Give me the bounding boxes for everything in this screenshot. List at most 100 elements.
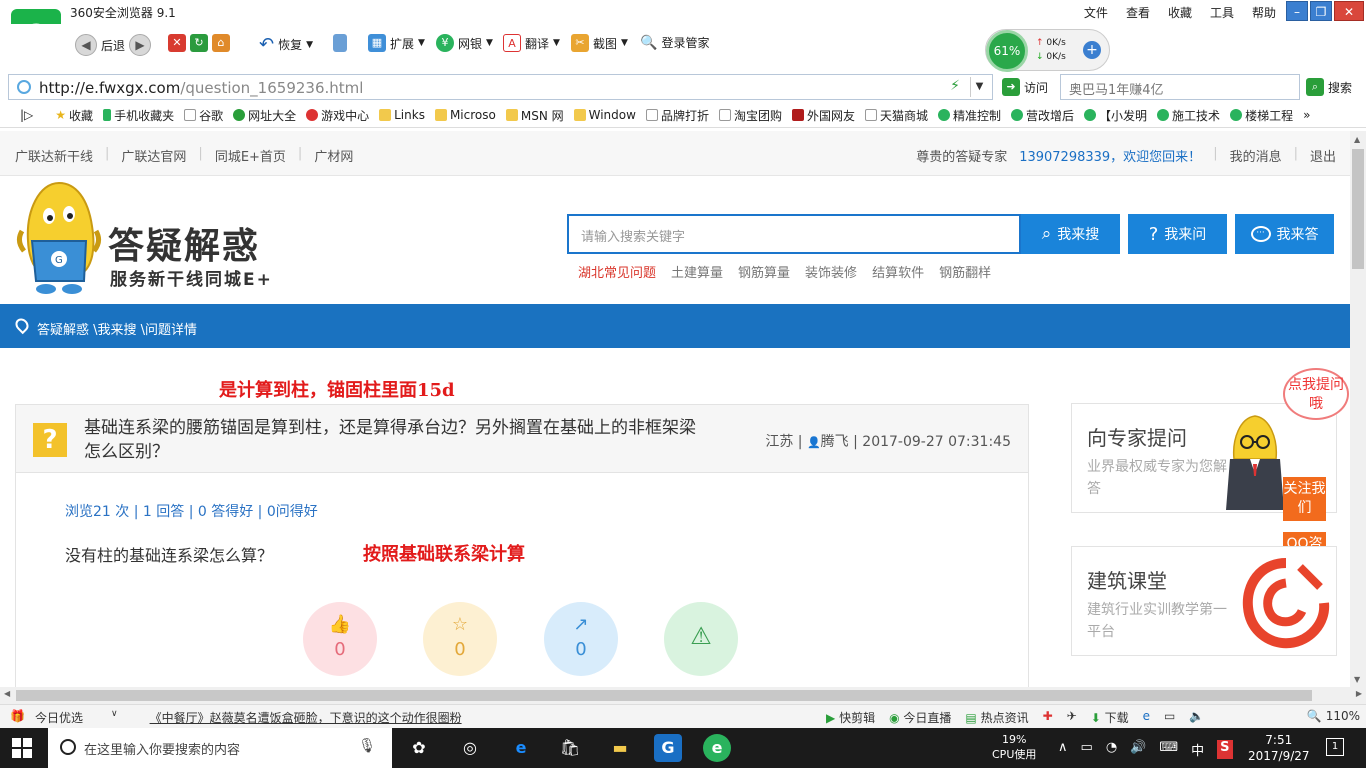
accelerate-icon[interactable]: + xyxy=(1083,41,1101,59)
close-button[interactable]: ✕ xyxy=(1334,1,1364,21)
microphone-icon[interactable]: 🎙 xyxy=(358,738,376,754)
chevron-down-icon[interactable]: ∨ xyxy=(111,709,118,726)
follow-us-button[interactable]: 关注我们 xyxy=(1283,477,1326,521)
scroll-up-icon[interactable]: ▲ xyxy=(1354,135,1360,144)
edge-icon[interactable]: e xyxy=(507,734,535,762)
restore-button[interactable]: ❐ xyxy=(1310,1,1332,21)
home-icon[interactable]: ⌂ xyxy=(212,34,230,52)
browser-search-button[interactable]: ⌕ 搜索 xyxy=(1306,78,1352,96)
bookmark-favorites[interactable]: ★ 收藏 xyxy=(55,107,93,124)
link-official[interactable]: 广联达官网 xyxy=(121,146,186,165)
forward-arrow-icon[interactable]: ▶ xyxy=(129,34,152,56)
hot-keyword[interactable]: 湖北常见问题 xyxy=(578,262,656,281)
360-browser-taskbar-icon[interactable]: e xyxy=(703,734,731,762)
screenshot-button[interactable]: ✂ 截图 ▼ xyxy=(571,34,628,52)
bookmark-item[interactable]: 营改增后 xyxy=(1011,107,1074,124)
bookmark-item[interactable]: 天猫商城 xyxy=(864,107,928,124)
app-icon[interactable]: ◎ xyxy=(456,734,484,762)
bookmark-item[interactable]: 淘宝团购 xyxy=(718,107,782,124)
report-button[interactable]: ⚠ xyxy=(664,602,738,676)
bookmark-item[interactable]: Window xyxy=(573,108,636,122)
vertical-scroll-thumb[interactable] xyxy=(1352,149,1364,269)
taskbar-search-box[interactable]: 在这里输入你要搜索的内容 🎙 xyxy=(48,728,392,768)
bookmark-item[interactable]: 外国网友 xyxy=(791,107,855,124)
link-xinganxian[interactable]: 广联达新干线 xyxy=(15,146,93,165)
bookmark-item[interactable]: Links xyxy=(379,108,425,122)
bookmark-item[interactable]: 手机收藏夹 xyxy=(103,107,174,124)
quick-edit-button[interactable]: ▶ 快剪辑 xyxy=(826,709,875,726)
notification-center-icon[interactable]: 1 xyxy=(1326,738,1344,756)
minimize-button[interactable]: – xyxy=(1286,1,1308,21)
question-author[interactable]: 腾飞 xyxy=(821,434,849,450)
browser-search-input[interactable]: 奥巴马1年赚4亿 xyxy=(1060,74,1300,100)
refresh-icon[interactable]: ↻ xyxy=(190,34,208,52)
link-tongcheng-home[interactable]: 同城E+首页 xyxy=(215,146,286,165)
wifi-icon[interactable]: ◔ xyxy=(1106,740,1117,759)
scroll-right-icon[interactable]: ▶ xyxy=(1356,689,1362,698)
ask-me-bubble[interactable]: 点我提问哦 xyxy=(1283,368,1349,420)
login-manager-button[interactable]: 🔍 登录管家 xyxy=(640,34,709,51)
tray-expand-icon[interactable]: ∧ xyxy=(1058,740,1068,759)
g-app-icon[interactable]: G xyxy=(654,734,682,762)
live-button[interactable]: ◉ 今日直播 xyxy=(889,709,951,726)
zoom-level[interactable]: 🔍 110% xyxy=(1307,709,1360,723)
bookmark-item[interactable]: 谷歌 xyxy=(184,107,223,124)
store-icon[interactable]: 🛍 xyxy=(556,734,584,762)
hot-keyword[interactable]: 结算软件 xyxy=(872,262,924,281)
task-view-icon[interactable]: ✿ xyxy=(405,734,433,762)
ask-button[interactable]: ? 我来问 xyxy=(1128,214,1227,254)
my-messages-link[interactable]: 我的消息 xyxy=(1230,146,1282,165)
restore-tab-button[interactable]: ↶ 恢复 ▼ xyxy=(259,34,313,55)
security-icon[interactable]: ✚ xyxy=(1043,709,1053,726)
bookmark-item[interactable]: 施工技术 xyxy=(1157,107,1220,124)
menu-item-help[interactable]: 帮助 xyxy=(1252,4,1276,21)
hot-keyword[interactable]: 装饰装修 xyxy=(805,262,857,281)
extend-button[interactable]: ▦ 扩展 ▼ xyxy=(368,34,425,52)
site-search-input[interactable]: 请输入搜索关键字 xyxy=(567,214,1021,254)
search-button[interactable]: ⌕ 我来搜 xyxy=(1021,214,1120,254)
favorite-button[interactable]: ☆ 0 xyxy=(423,602,497,676)
answer-button[interactable]: ··· 我来答 xyxy=(1235,214,1334,254)
hot-keyword[interactable]: 钢筋算量 xyxy=(738,262,790,281)
file-explorer-icon[interactable]: ▬ xyxy=(606,734,634,762)
stop-icon[interactable]: ✕ xyxy=(168,34,186,52)
pin-icon[interactable]: ✈ xyxy=(1067,709,1077,726)
go-button[interactable]: ➜ 访问 xyxy=(1002,78,1048,96)
hot-keyword[interactable]: 土建算量 xyxy=(671,262,723,281)
like-button[interactable]: 👍 0 xyxy=(303,602,377,676)
horizontal-scrollbar[interactable]: ◀ ▶ xyxy=(0,687,1366,704)
volume-icon[interactable]: 🔊 xyxy=(1130,740,1146,759)
bookmark-item[interactable]: Microso xyxy=(434,108,496,122)
download-button[interactable]: ⬇ 下载 xyxy=(1091,709,1129,726)
battery-icon[interactable]: ▭ xyxy=(1081,740,1093,759)
scroll-left-icon[interactable]: ◀ xyxy=(4,689,10,698)
system-clock[interactable]: 7:51 2017/9/27 xyxy=(1248,732,1310,764)
news-headline[interactable]: 《中餐厅》赵薇莫名遭饭盒砸脸，下意识的这个动作很圈粉 xyxy=(150,709,462,726)
bookmark-item[interactable]: 楼梯工程 xyxy=(1230,107,1293,124)
hot-news-button[interactable]: ▤ 热点资讯 xyxy=(965,709,1028,726)
windows-start-icon[interactable] xyxy=(12,738,32,758)
speaker-icon[interactable]: 🔈 xyxy=(1189,709,1204,726)
menu-item-favorites[interactable]: 收藏 xyxy=(1168,4,1192,21)
keyboard-icon[interactable]: ⌨ xyxy=(1159,740,1178,759)
url-field[interactable]: http://e.fwxgx.com/question_1659236.html… xyxy=(8,74,993,100)
more-bookmarks-icon[interactable]: » xyxy=(1303,108,1310,122)
ie-icon[interactable]: e xyxy=(1143,709,1150,726)
compat-mode-icon[interactable]: ⚡ xyxy=(950,78,960,94)
bank-button[interactable]: ¥ 网银 ▼ xyxy=(436,34,493,52)
bookmark-item[interactable]: MSN 网 xyxy=(505,107,564,124)
horizontal-scroll-thumb[interactable] xyxy=(16,690,1312,701)
bookmark-item[interactable]: 【小发明 xyxy=(1084,107,1147,124)
scroll-down-icon[interactable]: ▼ xyxy=(1354,675,1360,684)
menu-item-tools[interactable]: 工具 xyxy=(1210,4,1234,21)
phone-icon[interactable] xyxy=(333,34,347,52)
sogou-icon[interactable]: S xyxy=(1217,740,1233,759)
url-dropdown-icon[interactable]: ▼ xyxy=(970,77,988,97)
share-button[interactable]: ↗ 0 xyxy=(544,602,618,676)
bookmarks-toggle-icon[interactable]: |▷ xyxy=(20,108,33,122)
user-welcome[interactable]: 13907298339，欢迎您回来！ xyxy=(1019,146,1201,165)
menu-item-view[interactable]: 查看 xyxy=(1126,4,1150,21)
window-icon[interactable]: ▭ xyxy=(1164,709,1175,726)
bookmark-item[interactable]: 品牌打折 xyxy=(645,107,709,124)
bookmark-item[interactable]: 网址大全 xyxy=(233,107,296,124)
